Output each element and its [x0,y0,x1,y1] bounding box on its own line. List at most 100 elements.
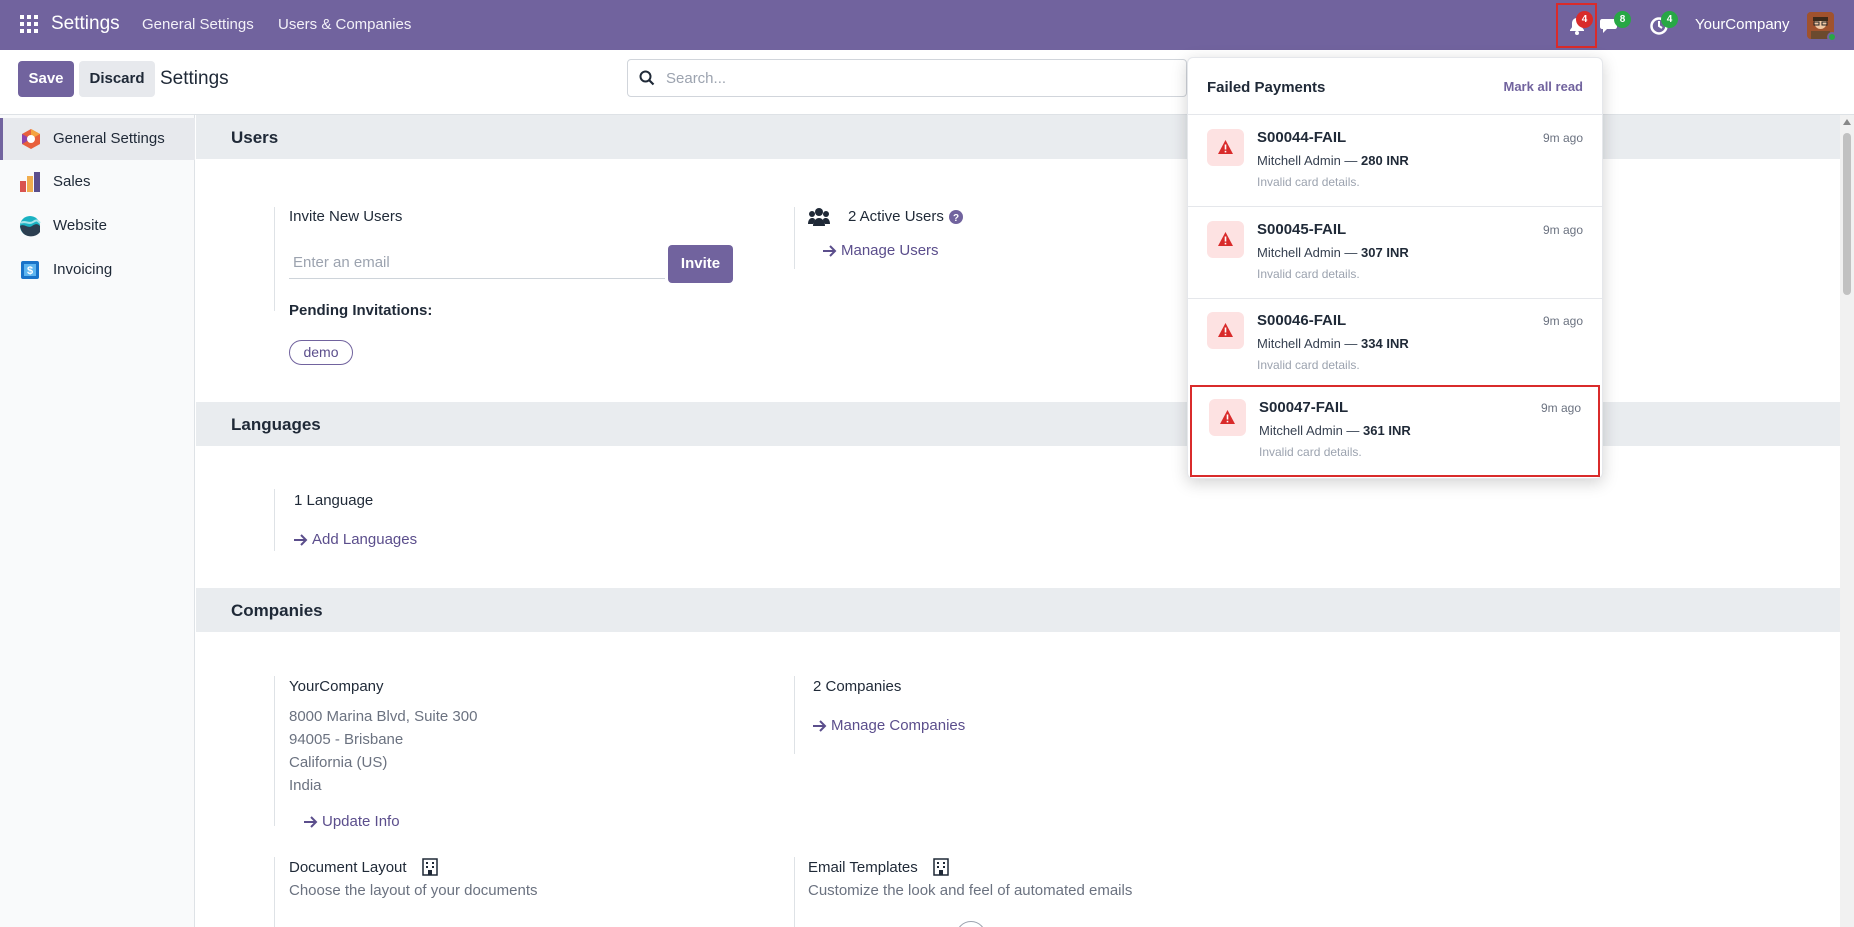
email-templates-title: Email Templates [808,859,918,876]
sidebar-label: Invoicing [53,261,113,278]
notification-item-highlighted[interactable]: S00047-FAIL 9m ago Mitchell Admin — 361 … [1190,385,1600,477]
partial-circle-control[interactable] [956,921,986,927]
notification-desc: Invalid card details. [1257,358,1360,372]
top-navbar: Settings General Settings Users & Compan… [0,0,1854,50]
dropdown-title: Failed Payments [1207,79,1326,96]
companies-count: 2 Companies [813,678,902,695]
link-label: Manage Users [841,242,939,259]
invoicing-icon: $ [21,261,39,279]
notification-amount: 280 INR [1361,153,1409,168]
language-count: 1 Language [294,492,374,509]
divider [274,857,275,927]
notification-author: Mitchell Admin — [1257,245,1362,260]
section-title: Languages [231,415,321,434]
company-address-line: California (US) [289,754,388,771]
menu-users-companies[interactable]: Users & Companies [278,16,411,33]
notification-item[interactable]: S00044-FAIL 9m ago Mitchell Admin — 280 … [1188,115,1602,206]
save-button[interactable]: Save [18,61,74,97]
active-users-count: 2 Active Users [848,208,944,225]
notification-amount: 361 INR [1363,423,1411,438]
company-name: YourCompany [289,678,384,695]
notifications-dropdown: Failed Payments Mark all read S00044-FAI… [1187,57,1603,479]
sidebar-label: Website [53,217,107,234]
notification-time: 9m ago [1540,401,1581,415]
svg-text:$: $ [27,265,33,277]
notification-subtitle: Mitchell Admin — 334 INR [1257,336,1409,351]
notification-time: 9m ago [1542,223,1583,237]
companies-section-header: Companies [196,588,1840,632]
divider [274,676,275,826]
invite-users-title: Invite New Users [289,208,403,225]
arrow-right-icon [294,534,308,546]
sidebar-item-invoicing[interactable]: $ Invoicing [0,249,195,291]
link-label: Manage Companies [831,717,966,734]
sidebar-label: General Settings [53,130,165,147]
pending-invitation-tag[interactable]: demo [289,340,353,365]
menu-general-settings[interactable]: General Settings [142,16,254,33]
invite-button[interactable]: Invite [668,245,733,283]
notifications-button[interactable]: 4 [1556,3,1597,48]
pending-invitations-label: Pending Invitations: [289,302,433,319]
search-bar[interactable] [627,59,1187,97]
divider [794,676,795,754]
search-input[interactable] [666,60,1166,96]
arrow-right-icon [813,720,827,732]
scroll-up-arrow-icon[interactable] [1843,119,1851,125]
arrow-right-icon [304,816,318,828]
scrollbar-thumb[interactable] [1843,133,1851,295]
notification-time: 9m ago [1542,314,1583,328]
notification-subtitle: Mitchell Admin — 361 INR [1259,423,1411,438]
notification-amount: 334 INR [1361,336,1409,351]
sidebar-label: Sales [53,173,91,190]
warning-icon [1209,399,1246,436]
section-title: Companies [231,601,323,620]
notification-subtitle: Mitchell Admin — 280 INR [1257,153,1409,168]
notification-subtitle: Mitchell Admin — 307 INR [1257,245,1409,260]
divider [274,489,275,551]
notification-author: Mitchell Admin — [1259,423,1364,438]
users-group-icon [808,208,830,226]
help-icon[interactable]: ? [949,210,963,224]
document-layout-desc: Choose the layout of your documents [289,882,538,899]
notification-time: 9m ago [1542,131,1583,145]
notification-desc: Invalid card details. [1259,445,1362,459]
company-address-line: India [289,777,322,794]
sidebar-item-sales[interactable]: Sales [0,161,195,203]
notification-item[interactable]: S00045-FAIL 9m ago Mitchell Admin — 307 … [1188,207,1602,298]
messages-button[interactable]: 8 [1598,10,1634,40]
online-status-dot [1827,32,1837,42]
apps-menu-icon[interactable] [20,15,38,33]
divider [274,207,275,311]
warning-icon [1207,129,1244,166]
notification-title: S00046-FAIL [1257,312,1347,329]
divider [794,207,795,269]
company-address-line: 8000 Marina Blvd, Suite 300 [289,708,478,725]
sidebar-item-website[interactable]: Website [0,205,195,247]
notification-author: Mitchell Admin — [1257,153,1362,168]
notification-title: S00045-FAIL [1257,221,1347,238]
notification-desc: Invalid card details. [1257,175,1360,189]
svg-text:?: ? [953,213,959,224]
sidebar-item-general-settings[interactable]: General Settings [0,118,195,160]
discard-button[interactable]: Discard [79,61,155,97]
website-icon [20,216,41,237]
notification-author: Mitchell Admin — [1257,336,1362,351]
page-title: Settings [160,68,229,89]
invite-email-input[interactable] [289,247,665,279]
mark-all-read-button[interactable]: Mark all read [1504,79,1584,94]
document-layout-title: Document Layout [289,859,407,876]
email-templates-desc: Customize the look and feel of automated… [808,882,1133,899]
app-title[interactable]: Settings [51,13,120,35]
warning-icon [1207,312,1244,349]
building-icon [933,858,949,876]
company-switcher[interactable]: YourCompany [1695,16,1790,33]
main-scrollbar[interactable] [1840,115,1854,927]
notification-title: S00047-FAIL [1259,399,1349,416]
search-icon [639,70,655,86]
notification-item[interactable]: S00046-FAIL 9m ago Mitchell Admin — 334 … [1188,298,1602,389]
warning-icon [1207,221,1244,258]
company-address-line: 94005 - Brisbane [289,731,404,748]
sales-icon [20,172,40,192]
link-label: Update Info [322,813,400,830]
activities-button[interactable]: 4 [1647,10,1683,40]
